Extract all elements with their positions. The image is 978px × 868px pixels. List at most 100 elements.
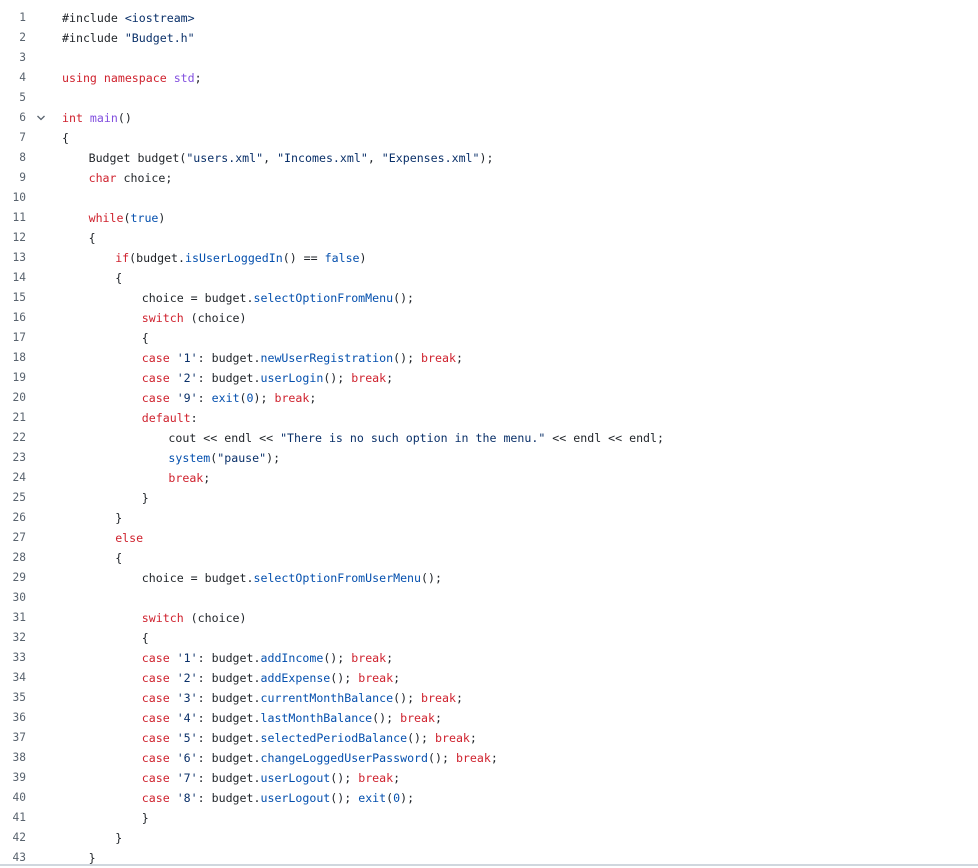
line-number: 6 (19, 111, 26, 124)
code-token: (); (330, 671, 359, 685)
code-token: : budget. (197, 371, 261, 385)
code-token: selectedPeriodBalance (260, 731, 408, 745)
code-token: (); (330, 771, 359, 785)
code-token: : budget. (197, 351, 261, 365)
code-text: #include "Budget.h" (62, 28, 195, 48)
code-line: 32 { (0, 628, 978, 648)
code-token: currentMonthBalance (260, 691, 394, 705)
code-text: } (115, 508, 122, 528)
code-text: choice = budget.selectOptionFromUserMenu… (142, 568, 442, 588)
code-token: : budget. (197, 731, 261, 745)
code-token: break (421, 691, 456, 705)
code-token: ); (400, 791, 415, 805)
code-text: case '3': budget.currentMonthBalance(); … (142, 688, 463, 708)
line-number: 17 (12, 331, 26, 344)
line-number: 18 (12, 351, 26, 364)
code-line: 13 if(budget.isUserLoggedIn() == false) (0, 248, 978, 268)
line-number: 27 (12, 531, 26, 544)
line-number: 40 (12, 791, 26, 804)
code-token: choice = budget. (141, 571, 254, 585)
line-number: 1 (19, 11, 26, 24)
code-text: { (115, 268, 122, 288)
code-token: ; (490, 751, 498, 765)
code-token: case (141, 671, 177, 685)
code-token: '1' (176, 651, 198, 665)
code-line: 20 case '9': exit(0); break; (0, 388, 978, 408)
code-text: default: (142, 408, 198, 428)
code-token: default (141, 411, 191, 425)
code-text: { (142, 328, 149, 348)
code-token: ) (158, 211, 166, 225)
code-token: (); (330, 791, 359, 805)
code-token: userLogout (260, 791, 331, 805)
code-token: ; (393, 671, 401, 685)
code-token: : budget. (197, 791, 261, 805)
code-token: (); (323, 651, 352, 665)
line-number: 2 (19, 31, 26, 44)
code-line: 17 { (0, 328, 978, 348)
code-line: 22 cout << endl << "There is no such opti… (0, 428, 978, 448)
code-token: ; (435, 711, 442, 725)
code-text: int main() (62, 108, 132, 128)
code-token: '3' (176, 691, 198, 705)
code-token: , (367, 151, 382, 165)
code-token: cout << endl << (168, 431, 281, 445)
code-token: while (88, 211, 124, 225)
code-token: "Budget.h" (124, 31, 195, 45)
code-token: <iostream> (124, 11, 195, 25)
code-token: ); (479, 151, 494, 165)
code-line: 16 switch (choice) (0, 308, 978, 328)
code-text: { (142, 628, 149, 648)
code-text: switch (choice) (142, 308, 247, 328)
code-token: { (115, 271, 123, 285)
code-text: case '1': budget.newUserRegistration(); … (142, 348, 463, 368)
code-text: case '7': budget.userLogout(); break; (142, 768, 400, 788)
code-line: 35 case '3': budget.currentMonthBalance()… (0, 688, 978, 708)
code-token: exit (211, 391, 240, 405)
code-token: false (324, 251, 360, 265)
code-line: 21 default: (0, 408, 978, 428)
code-token: { (141, 331, 149, 345)
code-token: std (173, 71, 195, 85)
code-text: { (62, 128, 69, 148)
code-line: 42} (0, 828, 978, 848)
line-number: 36 (12, 711, 26, 724)
code-token: } (141, 491, 149, 505)
code-token: using namespace (62, 71, 174, 85)
line-number: 37 (12, 731, 26, 744)
code-token: : (197, 391, 212, 405)
code-token: ; (455, 351, 463, 365)
code-token: break (358, 771, 394, 785)
code-token: ); (253, 391, 275, 405)
code-line: 19 case '2': budget.userLogin(); break; (0, 368, 978, 388)
code-text: Budget budget("users.xml", "Incomes.xml"… (89, 148, 494, 168)
code-token: << endl << endl; (545, 431, 664, 445)
code-token: ; (469, 731, 477, 745)
code-token: "pause" (217, 451, 267, 465)
code-token: (choice) (190, 311, 247, 325)
code-text: switch (choice) (142, 608, 247, 628)
code-token: int (62, 111, 90, 125)
code-token: '9' (176, 391, 198, 405)
code-token: selectOptionFromUserMenu (253, 571, 422, 585)
code-token: (); (407, 731, 435, 745)
line-number: 39 (12, 771, 26, 784)
code-token: { (115, 551, 123, 565)
code-line: 6 int main() (0, 108, 978, 128)
code-token: #include (62, 11, 125, 25)
line-number: 30 (12, 591, 26, 604)
code-line: 26} (0, 508, 978, 528)
code-line: 38 case '6': budget.changeLoggedUserPassw… (0, 748, 978, 768)
code-token: break (455, 751, 491, 765)
chevron-down-icon[interactable] (36, 108, 48, 128)
line-number: 19 (12, 371, 26, 384)
line-number: 29 (12, 571, 26, 584)
code-text: } (142, 488, 149, 508)
code-token: break (400, 711, 435, 725)
code-text: } (115, 828, 122, 848)
code-text: case '2': budget.userLogin(); break; (142, 368, 393, 388)
code-token: (); (323, 371, 352, 385)
code-token: true (130, 211, 159, 225)
code-line: 1 #include <iostream> (0, 8, 978, 28)
code-token: selectOptionFromMenu (253, 291, 394, 305)
